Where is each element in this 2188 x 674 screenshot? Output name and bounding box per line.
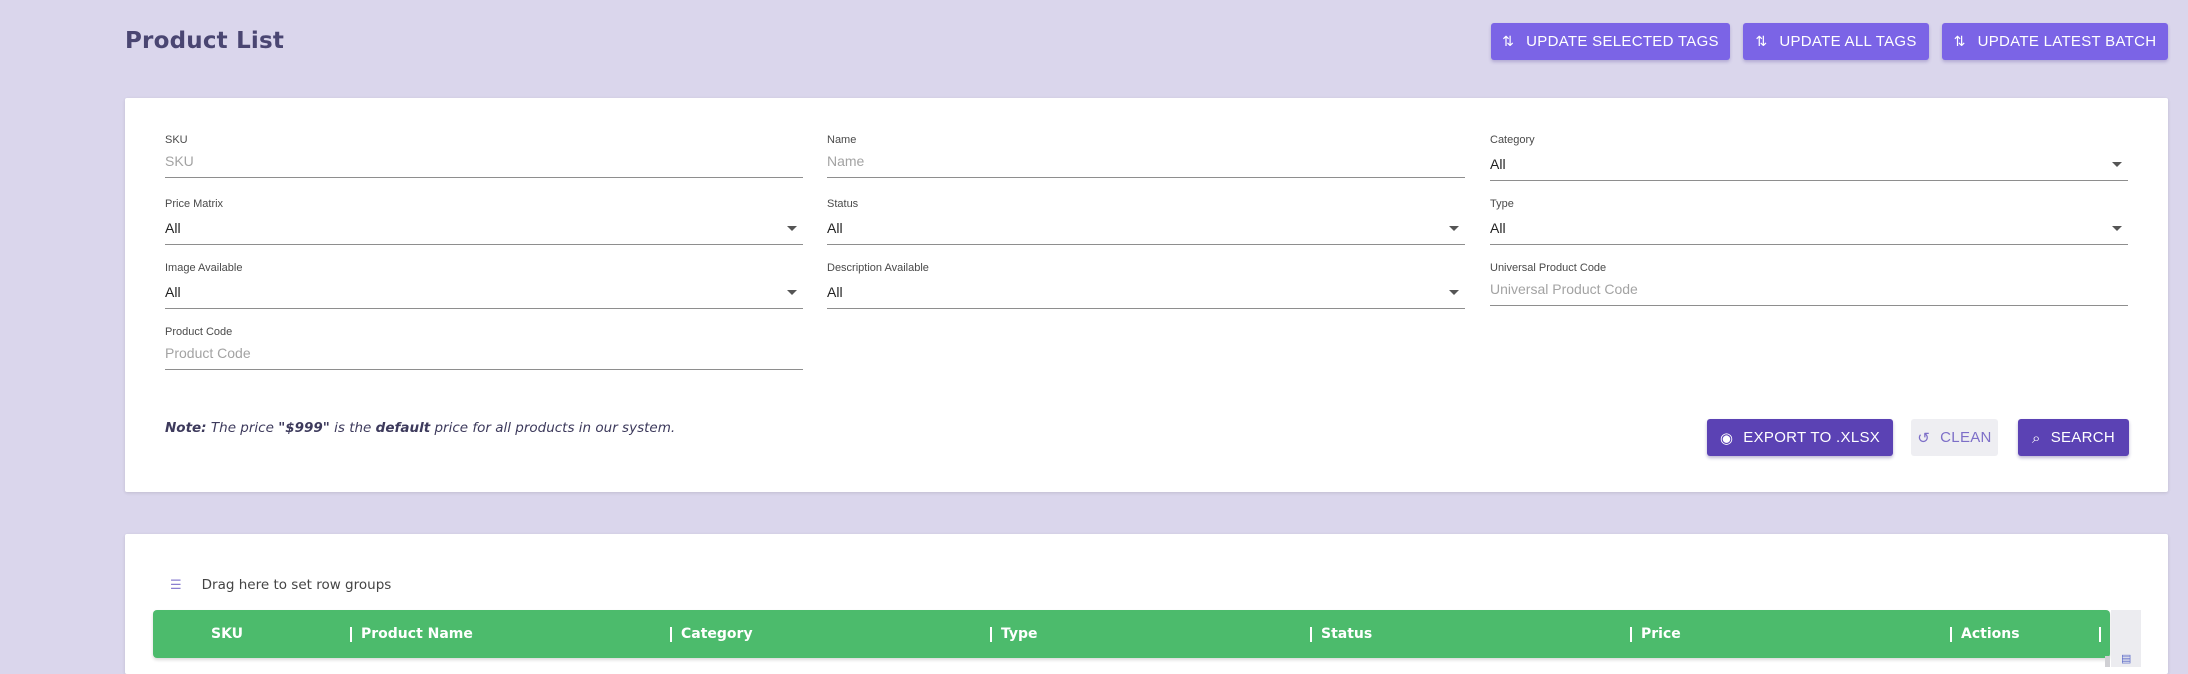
update-all-tags-button[interactable]: ⇅ UPDATE ALL TAGS xyxy=(1743,23,1929,60)
chevron-down-icon xyxy=(2112,162,2122,167)
sku-field[interactable]: SKU xyxy=(165,134,803,184)
swap-vertical-icon: ⇅ xyxy=(1755,33,1768,50)
type-value: All xyxy=(1490,220,1506,236)
chevron-down-icon xyxy=(2112,226,2122,231)
chevron-down-icon xyxy=(1449,226,1459,231)
sku-underline xyxy=(165,177,803,178)
column-resize-handle[interactable] xyxy=(1630,627,1632,642)
image-available-value: All xyxy=(165,284,181,300)
name-label: Name xyxy=(827,134,857,146)
column-resize-handle[interactable] xyxy=(2099,627,2101,642)
note-text-1: The price xyxy=(206,420,279,436)
chevron-down-icon xyxy=(787,290,797,295)
category-select[interactable]: Category All xyxy=(1490,134,2128,184)
grid-header: SKU Product Name Category Type Status Pr… xyxy=(153,610,2110,658)
clean-label: CLEAN xyxy=(1940,429,1992,446)
product-code-underline xyxy=(165,369,803,370)
price-matrix-label: Price Matrix xyxy=(165,198,224,210)
note-emphasis: default xyxy=(375,420,431,436)
chevron-down-icon xyxy=(787,226,797,231)
sku-label: SKU xyxy=(165,134,188,146)
name-input[interactable] xyxy=(827,153,1465,169)
status-label: Status xyxy=(827,198,859,210)
page-title: Product List xyxy=(125,28,285,54)
description-available-select[interactable]: Description Available All xyxy=(827,262,1465,312)
upc-field[interactable]: Universal Product Code xyxy=(1490,262,2128,312)
columns-panel-icon[interactable]: ▤ xyxy=(2121,652,2131,665)
note-price: "$999" xyxy=(278,420,330,436)
type-label: Type xyxy=(1490,198,1514,210)
grid-side-panel: ▤ xyxy=(2111,610,2141,667)
update-latest-batch-button[interactable]: ⇅ UPDATE LATEST BATCH xyxy=(1942,23,2168,60)
column-header-sku[interactable]: SKU xyxy=(211,610,243,658)
name-field[interactable]: Name xyxy=(827,134,1465,184)
column-resize-handle[interactable] xyxy=(670,627,672,642)
update-selected-tags-label: UPDATE SELECTED TAGS xyxy=(1526,33,1719,50)
status-select[interactable]: Status All xyxy=(827,198,1465,248)
status-value: All xyxy=(827,220,843,236)
price-matrix-underline xyxy=(165,244,803,245)
category-underline xyxy=(1490,180,2128,181)
column-header-actions[interactable]: Actions xyxy=(1961,610,2020,658)
swap-vertical-icon: ⇅ xyxy=(1953,33,1966,50)
type-underline xyxy=(1490,244,2128,245)
note-text-2: is the xyxy=(329,420,376,436)
update-selected-tags-button[interactable]: ⇅ UPDATE SELECTED TAGS xyxy=(1491,23,1730,60)
type-select[interactable]: Type All xyxy=(1490,198,2128,248)
export-label: EXPORT TO .XLSX xyxy=(1743,429,1881,446)
product-code-label: Product Code xyxy=(165,326,233,338)
search-button[interactable]: ⌕ SEARCH xyxy=(2018,419,2129,456)
column-header-category[interactable]: Category xyxy=(681,610,753,658)
column-resize-handle[interactable] xyxy=(350,627,352,642)
chevron-down-icon xyxy=(1449,290,1459,295)
name-underline xyxy=(827,177,1465,178)
sku-input[interactable] xyxy=(165,153,803,169)
search-icon: ⌕ xyxy=(2031,428,2041,447)
description-available-value: All xyxy=(827,284,843,300)
note-text-3: price for all products in our system. xyxy=(430,420,676,436)
row-group-icon: ☰ xyxy=(170,577,182,593)
product-code-input[interactable] xyxy=(165,345,803,361)
default-price-note: Note: The price "$999" is the default pr… xyxy=(165,420,675,436)
image-available-underline xyxy=(165,308,803,309)
history-icon: ↺ xyxy=(1917,428,1931,447)
eye-icon: ◉ xyxy=(1719,428,1734,447)
image-available-select[interactable]: Image Available All xyxy=(165,262,803,312)
column-resize-handle[interactable] xyxy=(1950,627,1952,642)
column-header-product-name[interactable]: Product Name xyxy=(361,610,473,658)
price-matrix-select[interactable]: Price Matrix All xyxy=(165,198,803,248)
status-underline xyxy=(827,244,1465,245)
export-xlsx-button[interactable]: ◉ EXPORT TO .XLSX xyxy=(1707,419,1893,456)
description-available-label: Description Available xyxy=(827,262,929,274)
search-label: SEARCH xyxy=(2050,429,2115,446)
update-latest-batch-label: UPDATE LATEST BATCH xyxy=(1977,33,2157,50)
price-matrix-value: All xyxy=(165,220,181,236)
row-group-drop-zone[interactable]: ☰ Drag here to set row groups xyxy=(170,577,391,593)
swap-vertical-icon: ⇅ xyxy=(1502,33,1515,50)
grid-scrollbar[interactable] xyxy=(2105,656,2110,667)
column-header-price[interactable]: Price xyxy=(1641,610,1681,658)
row-group-hint: Drag here to set row groups xyxy=(201,577,392,593)
clean-button[interactable]: ↺ CLEAN xyxy=(1911,419,1998,456)
category-label: Category xyxy=(1490,134,1535,146)
column-resize-handle[interactable] xyxy=(990,627,992,642)
upc-input[interactable] xyxy=(1490,281,2128,297)
note-prefix: Note: xyxy=(165,420,207,436)
column-header-type[interactable]: Type xyxy=(1001,610,1038,658)
product-code-field[interactable]: Product Code xyxy=(165,326,803,376)
column-resize-handle[interactable] xyxy=(1310,627,1312,642)
upc-label: Universal Product Code xyxy=(1490,262,1607,274)
update-all-tags-label: UPDATE ALL TAGS xyxy=(1779,33,1917,50)
upc-underline xyxy=(1490,305,2128,306)
description-available-underline xyxy=(827,308,1465,309)
category-value: All xyxy=(1490,156,1506,172)
column-header-status[interactable]: Status xyxy=(1321,610,1372,658)
image-available-label: Image Available xyxy=(165,262,243,274)
